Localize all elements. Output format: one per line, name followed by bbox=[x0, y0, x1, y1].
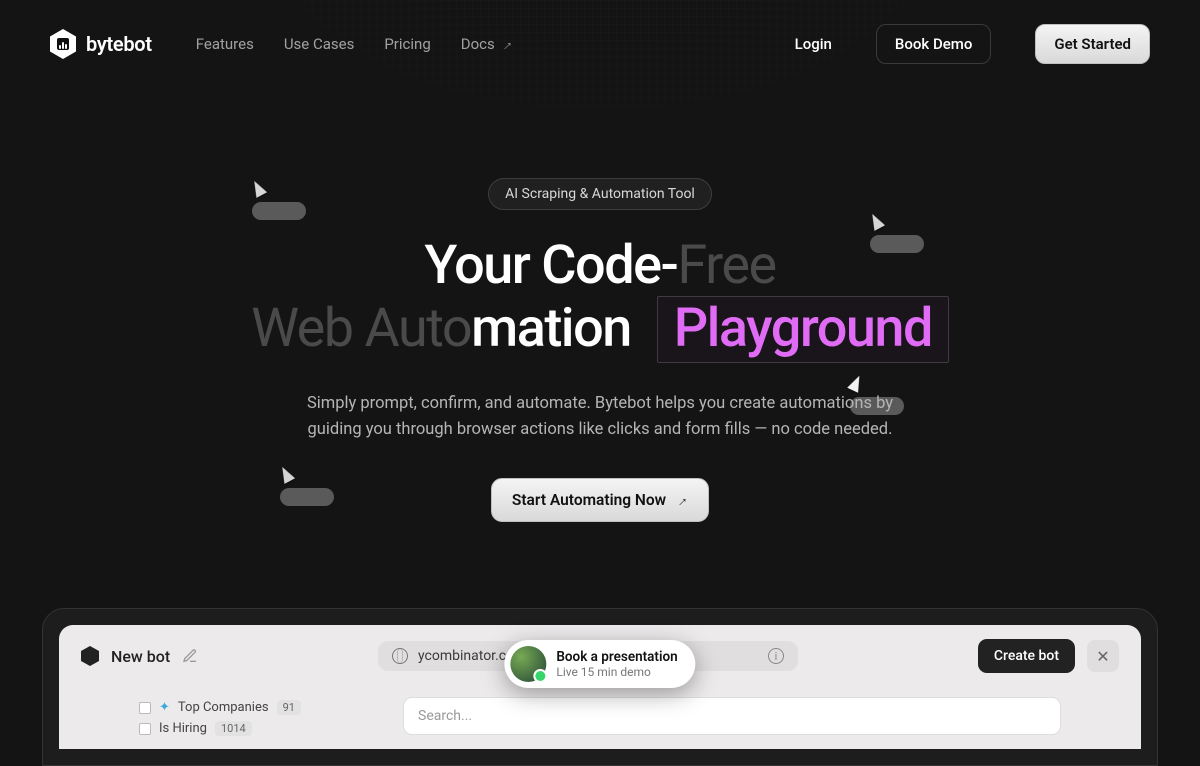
checkbox-icon[interactable] bbox=[139, 723, 151, 735]
brand-logo[interactable]: bytebot bbox=[50, 29, 152, 59]
hero-title-highlight: Playground bbox=[657, 296, 949, 362]
arrow-icon: → bbox=[670, 489, 692, 511]
globe-icon bbox=[392, 648, 408, 664]
edit-icon[interactable] bbox=[182, 648, 198, 664]
top-nav: bytebot Features Use Cases Pricing Docs … bbox=[0, 0, 1200, 88]
brand-name: bytebot bbox=[86, 32, 152, 56]
nav-link-features[interactable]: Features bbox=[196, 35, 254, 53]
book-demo-button[interactable]: Book Demo bbox=[876, 24, 991, 64]
create-bot-button[interactable]: Create bot bbox=[978, 639, 1075, 673]
count-badge: 91 bbox=[277, 700, 301, 715]
filter-chip[interactable]: ✦ Top Companies 91 bbox=[139, 697, 379, 718]
close-button[interactable]: ✕ bbox=[1087, 640, 1119, 672]
nav-login[interactable]: Login bbox=[795, 35, 832, 53]
start-automating-button[interactable]: Start Automating Now → bbox=[491, 478, 709, 522]
nav-link-docs[interactable]: Docs → bbox=[461, 35, 513, 53]
presence-title: Book a presentation bbox=[556, 649, 677, 665]
filter-chip[interactable]: Is Hiring 1014 bbox=[139, 718, 379, 739]
hero-subtitle: Simply prompt, confirm, and automate. By… bbox=[280, 391, 920, 442]
mock-bot-title: New bot bbox=[111, 647, 170, 666]
mock-url-text: ycombinator.co bbox=[418, 648, 514, 664]
nav-link-use-cases[interactable]: Use Cases bbox=[284, 35, 355, 53]
count-badge: 1014 bbox=[215, 721, 252, 736]
get-started-button[interactable]: Get Started bbox=[1035, 24, 1150, 64]
mock-sidebar: ✦ Top Companies 91 Is Hiring 1014 bbox=[139, 697, 379, 739]
mock-logo-icon bbox=[81, 646, 99, 666]
checkbox-icon[interactable] bbox=[139, 702, 151, 714]
logo-mark bbox=[50, 29, 76, 59]
presence-subtitle: Live 15 min demo bbox=[556, 665, 677, 679]
nav-link-pricing[interactable]: Pricing bbox=[384, 35, 430, 53]
search-input[interactable]: Search... bbox=[403, 697, 1061, 735]
hero-title: Your Code-Free Web Automation Playground bbox=[0, 236, 1200, 363]
info-icon[interactable]: i bbox=[768, 648, 784, 664]
presence-popup[interactable]: Book a presentation Live 15 min demo bbox=[504, 640, 695, 688]
avatar bbox=[510, 646, 546, 682]
close-icon: ✕ bbox=[1096, 647, 1109, 666]
hero-pill: AI Scraping & Automation Tool bbox=[488, 178, 712, 210]
hero: AI Scraping & Automation Tool Your Code-… bbox=[0, 178, 1200, 522]
external-link-icon: → bbox=[495, 33, 517, 55]
nav-links: Features Use Cases Pricing Docs → bbox=[196, 35, 513, 53]
